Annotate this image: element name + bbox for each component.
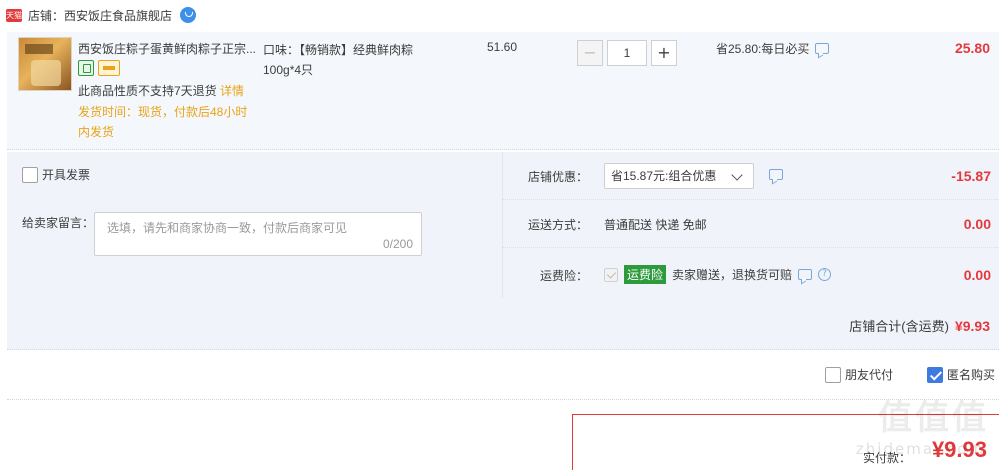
invoice-option[interactable]: 开具发票 <box>22 166 90 183</box>
subtotal-amount: ¥9.93 <box>954 318 990 334</box>
tmall-badge: 天猫 <box>6 8 22 22</box>
store-discount-select[interactable]: 省15.87元:组合优惠 <box>604 163 754 189</box>
product-thumbnail[interactable] <box>18 37 72 91</box>
insurance-tag: 运费险 <box>624 265 667 284</box>
insurance-label: 运费险： <box>540 269 589 283</box>
insurance-info: 运费险 卖家赠送，退换货可赔 ? <box>604 265 832 284</box>
return-policy-note: 此商品性质不支持7天退货 详情 <box>78 82 244 99</box>
quantity-input[interactable]: 1 <box>607 40 647 66</box>
message-placeholder: 选填，请先和商家协商一致，付款后商家可见 <box>107 221 348 235</box>
shipping-amount: 0.00 <box>963 216 991 232</box>
wangwang-chat-icon[interactable] <box>180 7 197 23</box>
insurance-checkbox <box>604 267 618 282</box>
anonymous-option[interactable]: 匿名购买 <box>926 366 995 383</box>
shipping-method: 普通配送 快递 免邮 <box>604 218 707 232</box>
shipping-row: 运送方式： 普通配送 快递 免邮 0.00 <box>503 200 999 248</box>
promo-info: 省25.80:每日必买 <box>716 40 830 57</box>
discount-comment-icon[interactable] <box>769 169 783 180</box>
unit-price: 51.60 <box>487 40 518 54</box>
subtotal-label: 店铺合计(含运费) <box>849 319 949 334</box>
store-discount-row: 店铺优惠： 省15.87元:组合优惠 -15.87 <box>503 152 999 200</box>
friend-pay-label: 朋友代付 <box>844 368 893 382</box>
invoice-label: 开具发票 <box>42 168 91 182</box>
decrease-quantity-button[interactable]: − <box>577 40 603 66</box>
return-detail-link[interactable]: 详情 <box>220 84 244 98</box>
message-char-count: 0/200 <box>382 237 413 251</box>
store-discount-amount: -15.87 <box>951 168 991 184</box>
ship-time-note: 发货时间：现货，付款后48小时内发货 <box>78 105 248 139</box>
product-spec: 口味：【畅销款】经典鲜肉粽100g*4只 <box>263 43 414 77</box>
quantity-stepper: − 1 + <box>577 40 677 66</box>
guarantee-icon <box>78 60 94 76</box>
payment-options: 朋友代付 匿名购买 <box>799 366 995 383</box>
anonymous-label: 匿名购买 <box>946 368 995 382</box>
insurance-amount: 0.00 <box>963 267 991 283</box>
friend-pay-option[interactable]: 朋友代付 <box>824 366 893 383</box>
store-header: 天猫 店铺：西安饭庄食品旗舰店 <box>0 0 999 30</box>
message-label: 给卖家留言： <box>22 216 95 230</box>
increase-quantity-button[interactable]: + <box>651 40 677 66</box>
return-note-text: 此商品性质不支持7天退货 <box>78 84 217 98</box>
shipping-label: 运送方式： <box>528 218 589 232</box>
section-divider <box>7 399 999 400</box>
friend-pay-checkbox[interactable] <box>824 366 841 383</box>
order-options: 开具发票 给卖家留言： 选填，请先和商家协商一致，付款后商家可见 0/200 店… <box>7 152 999 350</box>
promo-comment-icon[interactable] <box>815 43 830 54</box>
order-item: 西安饭庄粽子蛋黄鲜肉粽子正宗... 此商品性质不支持7天退货 详情 发货时间：现… <box>7 32 999 150</box>
insurance-text: 卖家赠送，退换货可赔 <box>672 268 793 282</box>
order-fees: 店铺优惠： 省15.87元:组合优惠 -15.87 运送方式： 普通配送 快递 … <box>502 152 999 298</box>
site-watermark: 值值值 <box>878 398 989 438</box>
seller-message-input[interactable]: 选填，请先和商家协商一致，付款后商家可见 0/200 <box>94 212 422 256</box>
credit-card-icon <box>98 60 120 76</box>
store-name-link[interactable]: 店铺：西安饭庄食品旗舰店 <box>28 7 172 24</box>
store-discount-label: 店铺优惠： <box>528 170 589 184</box>
service-icons <box>78 60 120 76</box>
item-line-total: 25.80 <box>954 40 990 56</box>
anonymous-checkbox[interactable] <box>926 366 943 383</box>
insurance-comment-icon[interactable] <box>798 269 813 280</box>
invoice-checkbox[interactable] <box>22 166 38 183</box>
help-icon[interactable]: ? <box>818 268 832 281</box>
store-subtotal: 店铺合计(含运费) ¥9.93 <box>849 316 990 335</box>
insurance-row: 运费险： 运费险 卖家赠送，退换货可赔 ? 0.00 <box>503 251 999 299</box>
promo-text: 省25.80:每日必买 <box>716 42 810 56</box>
site-watermark-url: zhidemai.com <box>855 440 985 458</box>
product-title[interactable]: 西安饭庄粽子蛋黄鲜肉粽子正宗... <box>78 40 258 57</box>
